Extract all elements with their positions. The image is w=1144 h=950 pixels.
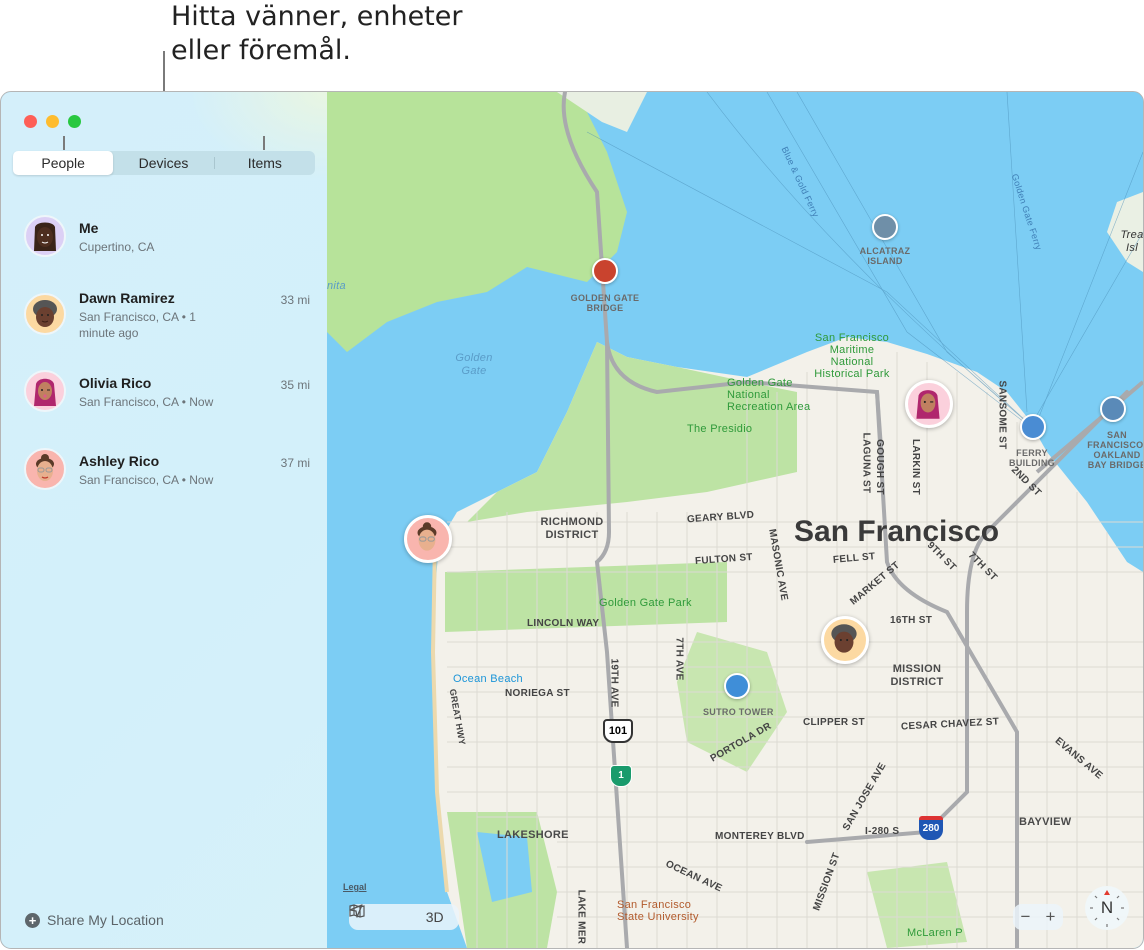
person-name: Dawn Ramirez <box>79 290 175 306</box>
person-distance: 35 mi <box>280 378 310 392</box>
zoom-button[interactable] <box>68 115 81 128</box>
label-ocean-beach: Ocean Beach <box>453 673 523 685</box>
person-name: Olivia Rico <box>79 375 152 391</box>
person-location: San Francisco, CA • Now <box>79 473 214 487</box>
label-golden-gate-water: Golden Gate <box>455 352 493 377</box>
callout-bracket-right <box>263 136 265 150</box>
map-pin-ashley-rico[interactable] <box>404 515 452 563</box>
ferry-building-poi[interactable] <box>1020 414 1046 440</box>
map-mode-controls: 3D <box>349 904 459 930</box>
label-bayview: BAYVIEW <box>1019 816 1072 828</box>
person-list-item-ashley-rico[interactable]: Ashley Rico San Francisco, CA • Now 37 m… <box>1 443 327 503</box>
street-clipper: CLIPPER ST <box>803 717 865 728</box>
sidebar: People Devices Items Me Cupertino, CA Da… <box>1 92 327 948</box>
person-list-item-olivia-rico[interactable]: Olivia Rico San Francisco, CA • Now 35 m… <box>1 365 327 425</box>
tab-people[interactable]: People <box>13 151 114 175</box>
compass-north-label: N <box>1100 898 1114 917</box>
tab-items[interactable]: Items <box>215 151 315 175</box>
zoom-out-button[interactable]: − <box>1021 907 1031 927</box>
street-sansome: SANSOME ST <box>996 380 1008 450</box>
memoji-icon <box>417 522 437 551</box>
street-gough: GOUGH ST <box>873 439 885 495</box>
memoji-icon <box>831 624 857 653</box>
callout-line-1: Hitta vänner, enheter <box>171 1 463 32</box>
callout-annotation: Hitta vänner, enheter eller föremål. <box>171 0 462 68</box>
person-list-item-me[interactable]: Me Cupertino, CA <box>1 210 327 270</box>
label-maritime-park: San Francisco Maritime National Historic… <box>814 332 890 380</box>
shield-101: 101 <box>603 719 633 743</box>
label-treasure-island-partial: Trea Isl <box>1120 229 1143 254</box>
label-golden-gate-park: Golden Gate Park <box>599 597 692 609</box>
map-view[interactable]: Golden Gate nita Trea Isl Blue & Gold Fe… <box>327 92 1143 948</box>
compass-button[interactable]: N <box>1085 886 1129 930</box>
label-ggnra: Golden Gate National Recreation Area <box>727 377 811 413</box>
zoom-in-button[interactable]: + <box>1046 907 1056 927</box>
person-distance: 33 mi <box>280 293 310 307</box>
bay-bridge-poi[interactable] <box>1100 396 1126 422</box>
memoji-icon <box>36 454 54 481</box>
person-location: San Francisco, CA • 1 minute ago <box>79 310 196 340</box>
person-location: San Francisco, CA • Now <box>79 395 214 409</box>
label-mclaren-park: McLaren P <box>907 927 963 939</box>
avatar <box>24 215 66 257</box>
shield-1: 1 <box>610 765 632 787</box>
person-distance: 37 mi <box>280 456 310 470</box>
avatar <box>24 370 66 412</box>
golden-gate-bridge-poi[interactable] <box>592 258 618 284</box>
avatar <box>24 293 66 335</box>
label-sausalito-partial: nita <box>327 280 346 292</box>
street-laguna: LAGUNA ST <box>860 432 872 494</box>
label-golden-gate-bridge: GOLDEN GATE BRIDGE <box>570 293 640 313</box>
street-i280: I-280 S <box>865 826 900 837</box>
close-button[interactable] <box>24 115 37 128</box>
label-sfsu: San Francisco State University <box>617 899 699 923</box>
sutro-tower-poi[interactable] <box>724 673 750 699</box>
minimize-button[interactable] <box>46 115 59 128</box>
person-list-item-dawn-ramirez[interactable]: Dawn Ramirez San Francisco, CA • 1 minut… <box>1 280 327 340</box>
person-name: Ashley Rico <box>79 453 160 469</box>
street-7th-ave: 7TH AVE <box>673 637 685 681</box>
map-pin-dawn-ramirez[interactable] <box>821 616 869 664</box>
shield-280: 280 <box>919 816 943 840</box>
street-lake-merced: LAKE MER <box>575 889 587 945</box>
label-lakeshore: LAKESHORE <box>497 829 569 841</box>
street-lincoln: LINCOLN WAY <box>527 618 600 629</box>
street-19th-ave: 19TH AVE <box>608 658 620 708</box>
share-my-location-label: Share My Location <box>47 912 164 928</box>
label-presidio: The Presidio <box>687 423 753 435</box>
callout-bracket-left <box>63 136 65 150</box>
street-monterey: MONTEREY BLVD <box>715 831 805 842</box>
share-my-location-button[interactable]: + Share My Location <box>25 912 164 928</box>
memoji-icon <box>916 390 940 419</box>
person-location: Cupertino, CA <box>79 240 155 254</box>
memoji-icon <box>33 300 57 327</box>
label-richmond-district: RICHMOND DISTRICT <box>540 516 604 541</box>
person-name: Me <box>79 220 99 236</box>
zoom-controls: − + <box>1013 904 1063 930</box>
plus-circle-icon: + <box>25 912 40 928</box>
label-mission-district: MISSION DISTRICT <box>890 663 944 688</box>
tab-segmented-control: People Devices Items <box>13 151 315 175</box>
label-san-francisco: San Francisco <box>794 515 1000 548</box>
callout-line-2: eller föremål. <box>171 35 351 66</box>
find-my-window: People Devices Items Me Cupertino, CA Da… <box>0 91 1144 949</box>
avatar <box>24 448 66 490</box>
label-alcatraz-island: ALCATRAZ ISLAND <box>859 246 911 266</box>
tab-devices[interactable]: Devices <box>113 151 213 175</box>
memoji-icon <box>34 222 56 251</box>
map-pin-olivia-rico[interactable] <box>905 380 953 428</box>
street-noriega: NORIEGA ST <box>505 688 570 699</box>
legal-link[interactable]: Legal <box>343 882 367 892</box>
3d-button[interactable]: 3D <box>426 909 444 925</box>
street-16th: 16TH ST <box>890 615 933 626</box>
street-larkin: LARKIN ST <box>910 438 922 496</box>
label-bay-bridge: SAN FRANCISCO-OAKLAND BAY BRIDGE <box>1087 430 1143 470</box>
alcatraz-island-poi[interactable] <box>872 214 898 240</box>
label-sutro-tower: SUTRO TOWER <box>703 707 774 717</box>
memoji-icon <box>34 378 56 406</box>
